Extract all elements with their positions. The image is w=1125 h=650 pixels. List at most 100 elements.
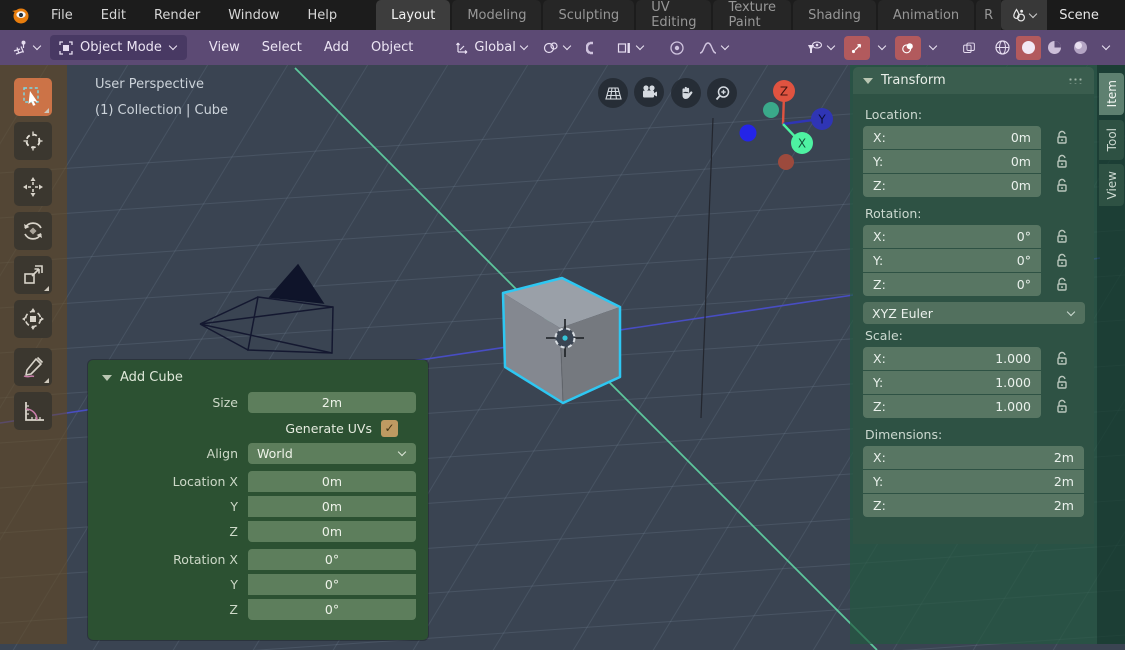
align-dropdown[interactable]: World [248, 443, 416, 464]
sidebar-tab-tool[interactable]: Tool [1099, 120, 1124, 160]
xray-toggle[interactable] [956, 36, 982, 60]
menu-edit[interactable]: Edit [88, 8, 139, 23]
lock-scale-z[interactable] [1055, 399, 1069, 414]
scene-name-field[interactable]: Scene [1047, 0, 1125, 30]
lock-rotation-z[interactable] [1055, 277, 1069, 292]
transform-orientation-dropdown[interactable]: Global [449, 36, 534, 60]
proportional-falloff-dropdown[interactable] [693, 36, 736, 60]
shading-dropdown[interactable] [1094, 36, 1119, 60]
loc-z-field[interactable]: Z: 0m [863, 174, 1041, 197]
tool-rotate[interactable] [14, 212, 52, 250]
mode-selector[interactable]: Object Mode [50, 35, 187, 60]
rot-y-field[interactable]: Y: 0° [863, 249, 1041, 272]
generate-uvs-checkbox[interactable]: ✓ [381, 420, 398, 437]
zoom-view-button[interactable] [707, 78, 737, 108]
gizmo-move-toggle[interactable] [844, 36, 870, 60]
menu-select[interactable]: Select [252, 36, 312, 60]
gizmo-z-ball[interactable]: Z [773, 80, 795, 102]
tab-rendering-truncated[interactable]: R [976, 0, 1001, 30]
rotation-mode-dropdown[interactable]: XYZ Euler [863, 302, 1085, 324]
navigation-gizmo[interactable]: Z Y X [735, 77, 840, 177]
overlays-dropdown[interactable] [923, 36, 944, 60]
scale-z-field[interactable]: Z: 1.000 [863, 395, 1041, 418]
tab-layout[interactable]: Layout [376, 0, 450, 30]
menu-help[interactable]: Help [295, 8, 351, 23]
menu-file[interactable]: File [38, 8, 86, 23]
tool-select-box[interactable] [14, 78, 52, 116]
tab-texture-paint[interactable]: Texture Paint [713, 0, 791, 30]
rotation-y-field[interactable]: 0° [248, 574, 416, 595]
scale-x-field[interactable]: X: 1.000 [863, 347, 1041, 370]
show-gizmo-dropdown[interactable] [800, 36, 842, 60]
rot-x-field[interactable]: X: 0° [863, 225, 1041, 248]
gizmo-negative-y-ball[interactable] [740, 125, 757, 142]
menu-add[interactable]: Add [314, 36, 359, 60]
location-z-field[interactable]: 0m [248, 521, 416, 542]
tab-uv-editing[interactable]: UV Editing [636, 0, 711, 30]
dim-y-field[interactable]: Y: 2m [863, 470, 1084, 493]
blender-logo-icon[interactable] [10, 5, 30, 25]
shading-material-button[interactable] [1042, 36, 1067, 60]
rotation-group-label: Rotation: [865, 206, 1084, 221]
tab-shading[interactable]: Shading [793, 0, 876, 30]
scene-browse-button[interactable] [1001, 0, 1047, 30]
pan-view-button[interactable] [671, 78, 701, 108]
shading-wireframe-button[interactable] [990, 36, 1015, 60]
dim-x-field[interactable]: X: 2m [863, 446, 1084, 469]
axis-value: 0m [1011, 130, 1031, 145]
lock-scale-x[interactable] [1055, 351, 1069, 366]
overlays-toggle[interactable] [895, 36, 921, 60]
rotation-z-field[interactable]: 0° [248, 599, 416, 620]
gizmo-negative-z-ball[interactable] [778, 154, 794, 170]
gizmo-y-ball[interactable]: Y [811, 108, 833, 130]
editor-type-button[interactable] [6, 36, 48, 60]
menu-view[interactable]: View [199, 36, 250, 60]
tool-cursor[interactable] [14, 122, 52, 160]
viewport-header: Object Mode View Select Add Object Globa… [0, 30, 1125, 65]
tab-sculpting[interactable]: Sculpting [543, 0, 634, 30]
tool-move[interactable] [14, 168, 52, 206]
lock-location-y[interactable] [1055, 154, 1069, 169]
snap-toggle-button[interactable] [580, 36, 608, 60]
camera-view-button[interactable] [634, 77, 664, 107]
tool-annotate[interactable] [14, 348, 52, 386]
menu-object[interactable]: Object [361, 36, 423, 60]
shading-solid-button[interactable] [1016, 36, 1041, 60]
gizmo-dropdown[interactable] [872, 36, 893, 60]
shading-rendered-button[interactable] [1068, 36, 1093, 60]
pivot-point-dropdown[interactable] [537, 36, 578, 60]
3d-viewport[interactable]: User Perspective (1) Collection | Cube [0, 65, 1125, 650]
toggle-grid-button[interactable] [598, 78, 628, 108]
gizmo-x-ball[interactable]: X [791, 132, 813, 154]
operator-panel-header[interactable]: Add Cube [88, 360, 428, 391]
lock-rotation-x[interactable] [1055, 229, 1069, 244]
loc-y-field[interactable]: Y: 0m [863, 150, 1041, 173]
panel-grip-icon[interactable] [1068, 77, 1084, 84]
tool-transform[interactable] [14, 300, 52, 338]
dim-z-field[interactable]: Z: 2m [863, 494, 1084, 517]
lock-rotation-y[interactable] [1055, 253, 1069, 268]
rot-z-field[interactable]: Z: 0° [863, 273, 1041, 296]
sidebar-tab-item[interactable]: Item [1099, 73, 1124, 115]
loc-x-field[interactable]: X: 0m [863, 126, 1041, 149]
lock-location-x[interactable] [1055, 130, 1069, 145]
tab-animation[interactable]: Animation [878, 0, 974, 30]
proportional-editing-toggle[interactable] [663, 36, 691, 60]
solid-sphere-icon [1020, 39, 1037, 56]
gizmo-negative-x-ball[interactable] [763, 102, 779, 118]
tab-modeling[interactable]: Modeling [452, 0, 541, 30]
rotation-x-field[interactable]: 0° [248, 549, 416, 570]
scale-y-field[interactable]: Y: 1.000 [863, 371, 1041, 394]
snap-target-dropdown[interactable] [610, 36, 651, 60]
location-y-field[interactable]: 0m [248, 496, 416, 517]
menu-render[interactable]: Render [141, 8, 213, 23]
lock-location-z[interactable] [1055, 178, 1069, 193]
transform-panel-header[interactable]: Transform [853, 67, 1094, 94]
tool-scale[interactable] [14, 256, 52, 294]
sidebar-tab-view[interactable]: View [1099, 164, 1124, 206]
tool-measure[interactable] [14, 392, 52, 430]
location-x-field[interactable]: 0m [248, 471, 416, 492]
lock-scale-y[interactable] [1055, 375, 1069, 390]
size-field[interactable]: 2m [248, 392, 416, 413]
menu-window[interactable]: Window [215, 8, 292, 23]
